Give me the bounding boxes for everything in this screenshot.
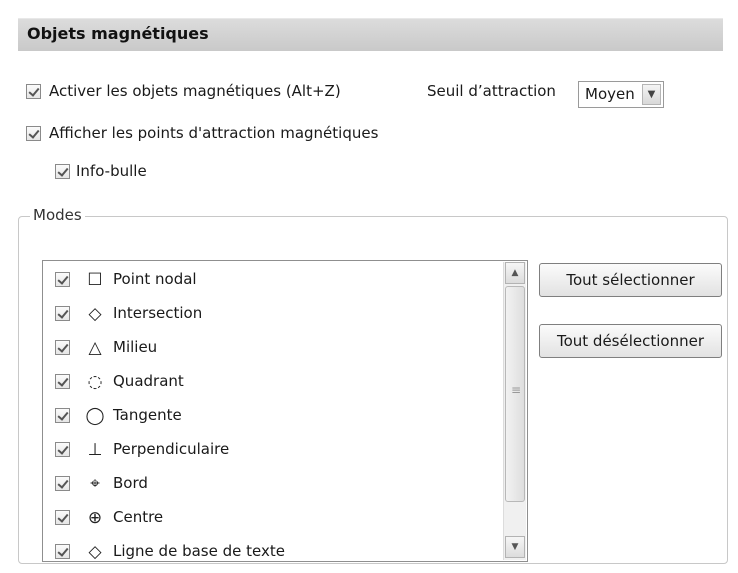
perpendicular-icon: ⊥ [87, 440, 103, 460]
list-item[interactable]: ⊕ Centre [43, 501, 503, 535]
tooltip-checkbox[interactable] [55, 164, 70, 179]
list-item[interactable]: ⊥ Perpendiculaire [43, 433, 503, 467]
list-item[interactable]: ◌ Quadrant [43, 365, 503, 399]
baseline-icon: ◇ [88, 542, 102, 562]
list-item[interactable]: △ Milieu [43, 331, 503, 365]
center-icon: ⊕ [87, 508, 103, 528]
threshold-select[interactable]: Moyen ▼ [578, 81, 664, 108]
mode-label: Intersection [113, 304, 203, 322]
deselect-all-button[interactable]: Tout désélectionner [539, 324, 722, 358]
mode-label: Point nodal [113, 270, 197, 288]
quadrant-icon: ◌ [87, 372, 103, 392]
triangle-icon: △ [88, 338, 102, 358]
mode-checkbox[interactable] [55, 272, 70, 287]
modes-title: Modes [30, 206, 85, 224]
edge-icon: ⌖ [90, 474, 100, 494]
list-item[interactable]: ⌖ Bord [43, 467, 503, 501]
select-all-button[interactable]: Tout sélectionner [539, 263, 722, 297]
section-header: Objets magnétiques [18, 18, 723, 51]
mode-checkbox[interactable] [55, 510, 70, 525]
square-icon: ☐ [87, 270, 103, 290]
list-item[interactable]: ◯ Tangente [43, 399, 503, 433]
mode-checkbox[interactable] [55, 408, 70, 423]
show-points-checkbox[interactable] [26, 126, 41, 141]
tooltip-label[interactable]: Info-bulle [76, 162, 147, 180]
scrollbar-thumb[interactable] [505, 286, 525, 502]
enable-magnetic-checkbox[interactable] [26, 84, 41, 99]
scroll-down-icon[interactable]: ▼ [505, 536, 525, 558]
diamond-icon: ◇ [88, 304, 102, 324]
list-item[interactable]: ◇ Intersection [43, 297, 503, 331]
modes-scrollbar[interactable]: ▲ ▼ [503, 262, 526, 560]
mode-label: Tangente [113, 406, 182, 424]
threshold-value: Moyen [585, 85, 635, 103]
show-points-label[interactable]: Afficher les points d'attraction magnéti… [49, 124, 378, 142]
scroll-up-icon[interactable]: ▲ [505, 262, 525, 284]
mode-checkbox[interactable] [55, 476, 70, 491]
mode-checkbox[interactable] [55, 306, 70, 321]
enable-magnetic-label[interactable]: Activer les objets magnétiques (Alt+Z) [49, 82, 341, 100]
tangent-icon: ◯ [85, 406, 105, 426]
mode-checkbox[interactable] [55, 340, 70, 355]
magnetic-objects-panel: Objets magnétiques Activer les objets ma… [0, 0, 738, 573]
section-title: Objets magnétiques [27, 24, 209, 43]
mode-label: Centre [113, 508, 164, 526]
modes-list[interactable]: ☐ Point nodal ◇ Intersection △ Milieu ◌ … [42, 260, 528, 562]
mode-label: Milieu [113, 338, 158, 356]
list-item[interactable]: ☐ Point nodal [43, 263, 503, 297]
mode-label: Bord [113, 474, 148, 492]
mode-checkbox[interactable] [55, 544, 70, 559]
list-item[interactable]: ◇ Ligne de base de texte [43, 535, 503, 562]
mode-label: Quadrant [113, 372, 184, 390]
mode-label: Perpendiculaire [113, 440, 230, 458]
mode-checkbox[interactable] [55, 442, 70, 457]
mode-label: Ligne de base de texte [113, 542, 285, 560]
mode-checkbox[interactable] [55, 374, 70, 389]
threshold-label: Seuil d’attraction [427, 82, 556, 100]
chevron-down-icon[interactable]: ▼ [642, 84, 661, 105]
